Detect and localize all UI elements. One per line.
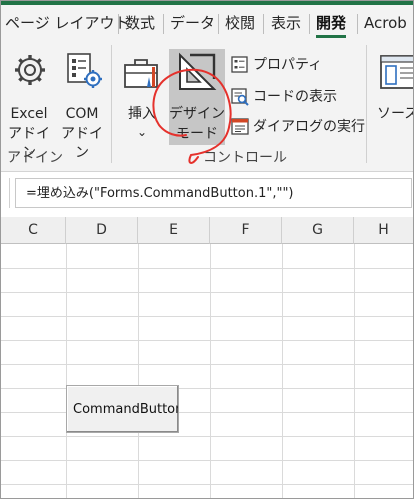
grid-line [1,340,413,341]
tab-formulas[interactable]: 数式 [125,10,155,36]
column-header-g[interactable]: G [282,217,354,244]
tab-divider [218,14,219,34]
grid-line [1,484,413,485]
grid-line [1,412,413,413]
grid-line [1,316,413,317]
tab-view[interactable]: 表示 [271,10,301,36]
grid-line [1,436,413,437]
column-header-c[interactable]: C [1,217,66,244]
tab-divider [118,14,119,34]
formula-input[interactable]: =埋め込み("Forms.CommandButton.1","") [15,178,412,208]
grid-line [1,460,413,461]
tab-developer[interactable]: 開発 [316,10,347,38]
tab-divider [163,14,164,34]
formula-bar-divider [1,178,10,208]
tab-acrobat[interactable]: Acrob [364,10,407,36]
column-header-h[interactable]: H [354,217,413,244]
grid-line [1,292,413,293]
column-header-e[interactable]: E [138,217,210,244]
command-button[interactable]: CommandButton1 [66,385,179,433]
ribbon-tab-bar: ページ レイアウト 数式 データ 校閲 表示 開発 Acrob [1,5,413,39]
tab-divider [357,14,358,34]
grid-line [1,364,413,365]
tab-divider [263,14,264,34]
annotation-circle [152,68,232,164]
tab-data[interactable]: データ [170,10,215,36]
grid-line [1,268,413,269]
tab-page-layout[interactable]: ページ レイアウト [5,10,129,36]
column-header-f[interactable]: F [210,217,282,244]
tab-divider [309,14,310,34]
ribbon: Excel アドイン COM アドイン アドイン 挿入 ⌄ デザイン モード プ… [1,39,413,172]
grid-line [1,388,413,389]
column-header-d[interactable]: D [66,217,138,244]
excel-window: ページ レイアウト 数式 データ 校閲 表示 開発 Acrob Excel アド… [0,0,414,499]
tab-review[interactable]: 校閲 [225,10,255,36]
